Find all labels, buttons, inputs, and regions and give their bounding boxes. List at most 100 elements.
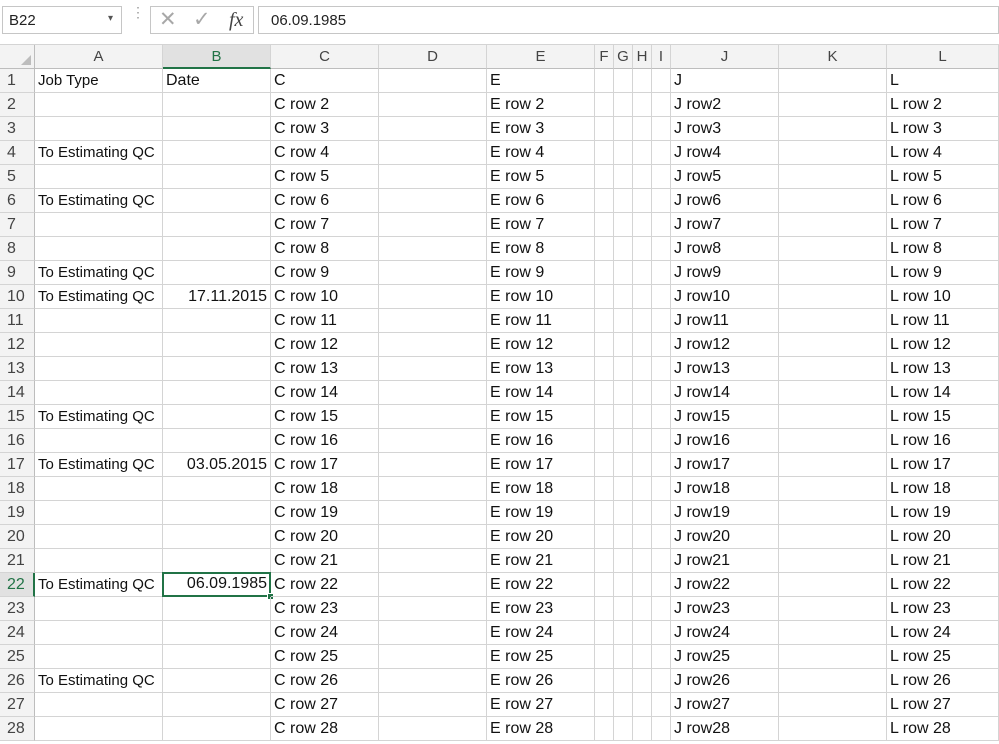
cell-e17[interactable]: E row 17 [487, 453, 595, 477]
cell-b8[interactable] [163, 237, 271, 261]
column-header-l[interactable]: L [887, 45, 999, 69]
cell-k19[interactable] [779, 501, 887, 525]
chevron-down-icon[interactable]: ▾ [108, 13, 113, 24]
cell-h10[interactable] [633, 285, 652, 309]
cell-i9[interactable] [652, 261, 671, 285]
cell-l14[interactable]: L row 14 [887, 381, 999, 405]
cell-b21[interactable] [163, 549, 271, 573]
cell-c26[interactable]: C row 26 [271, 669, 379, 693]
cell-f27[interactable] [595, 693, 614, 717]
cell-i13[interactable] [652, 357, 671, 381]
cell-g5[interactable] [614, 165, 633, 189]
cell-g19[interactable] [614, 501, 633, 525]
cell-l1[interactable]: L [887, 69, 999, 93]
cell-e27[interactable]: E row 27 [487, 693, 595, 717]
cell-b25[interactable] [163, 645, 271, 669]
cell-d12[interactable] [379, 333, 487, 357]
cell-c21[interactable]: C row 21 [271, 549, 379, 573]
cell-e19[interactable]: E row 19 [487, 501, 595, 525]
cell-h17[interactable] [633, 453, 652, 477]
cell-a14[interactable] [35, 381, 163, 405]
cell-b14[interactable] [163, 381, 271, 405]
cell-k23[interactable] [779, 597, 887, 621]
cell-b9[interactable] [163, 261, 271, 285]
cell-g15[interactable] [614, 405, 633, 429]
cell-f15[interactable] [595, 405, 614, 429]
cell-l26[interactable]: L row 26 [887, 669, 999, 693]
cell-c19[interactable]: C row 19 [271, 501, 379, 525]
cell-c4[interactable]: C row 4 [271, 141, 379, 165]
cell-f1[interactable] [595, 69, 614, 93]
cell-l3[interactable]: L row 3 [887, 117, 999, 141]
cell-g6[interactable] [614, 189, 633, 213]
cell-j22[interactable]: J row22 [671, 573, 779, 597]
cell-d5[interactable] [379, 165, 487, 189]
cell-e12[interactable]: E row 12 [487, 333, 595, 357]
cell-f16[interactable] [595, 429, 614, 453]
cell-e11[interactable]: E row 11 [487, 309, 595, 333]
cell-e20[interactable]: E row 20 [487, 525, 595, 549]
cell-e3[interactable]: E row 3 [487, 117, 595, 141]
row-header-17[interactable]: 17 [0, 453, 35, 477]
cell-f24[interactable] [595, 621, 614, 645]
row-header-13[interactable]: 13 [0, 357, 35, 381]
cancel-icon[interactable]: ✕ [159, 8, 177, 32]
column-header-e[interactable]: E [487, 45, 595, 69]
cell-k11[interactable] [779, 309, 887, 333]
cell-i6[interactable] [652, 189, 671, 213]
cell-b22[interactable]: 06.09.1985 [162, 572, 271, 597]
cell-k6[interactable] [779, 189, 887, 213]
cell-h28[interactable] [633, 717, 652, 741]
cell-i22[interactable] [652, 573, 671, 597]
cell-b6[interactable] [163, 189, 271, 213]
cell-h24[interactable] [633, 621, 652, 645]
cell-f25[interactable] [595, 645, 614, 669]
cell-e23[interactable]: E row 23 [487, 597, 595, 621]
cell-g2[interactable] [614, 93, 633, 117]
row-header-23[interactable]: 23 [0, 597, 35, 621]
cell-a16[interactable] [35, 429, 163, 453]
cell-c10[interactable]: C row 10 [271, 285, 379, 309]
cell-k14[interactable] [779, 381, 887, 405]
cell-a18[interactable] [35, 477, 163, 501]
cell-a7[interactable] [35, 213, 163, 237]
cell-f22[interactable] [595, 573, 614, 597]
cell-k10[interactable] [779, 285, 887, 309]
row-header-22[interactable]: 22 [0, 573, 35, 597]
cell-d6[interactable] [379, 189, 487, 213]
cell-i14[interactable] [652, 381, 671, 405]
cell-j18[interactable]: J row18 [671, 477, 779, 501]
cell-i26[interactable] [652, 669, 671, 693]
cell-d20[interactable] [379, 525, 487, 549]
cell-c27[interactable]: C row 27 [271, 693, 379, 717]
cell-d19[interactable] [379, 501, 487, 525]
cell-k12[interactable] [779, 333, 887, 357]
cell-c25[interactable]: C row 25 [271, 645, 379, 669]
cell-k8[interactable] [779, 237, 887, 261]
cell-e5[interactable]: E row 5 [487, 165, 595, 189]
cell-g14[interactable] [614, 381, 633, 405]
cell-d14[interactable] [379, 381, 487, 405]
more-options-icon[interactable]: ⋮ [131, 5, 145, 19]
column-header-h[interactable]: H [633, 45, 652, 69]
cell-g3[interactable] [614, 117, 633, 141]
cell-b7[interactable] [163, 213, 271, 237]
cell-c8[interactable]: C row 8 [271, 237, 379, 261]
cell-f19[interactable] [595, 501, 614, 525]
cell-f23[interactable] [595, 597, 614, 621]
cell-f28[interactable] [595, 717, 614, 741]
cell-f21[interactable] [595, 549, 614, 573]
cell-j1[interactable]: J [671, 69, 779, 93]
cell-d3[interactable] [379, 117, 487, 141]
cell-g20[interactable] [614, 525, 633, 549]
cell-h13[interactable] [633, 357, 652, 381]
cell-g24[interactable] [614, 621, 633, 645]
cell-h9[interactable] [633, 261, 652, 285]
cell-j26[interactable]: J row26 [671, 669, 779, 693]
cell-f3[interactable] [595, 117, 614, 141]
cell-a1[interactable]: Job Type [35, 69, 163, 93]
cell-k5[interactable] [779, 165, 887, 189]
cell-c7[interactable]: C row 7 [271, 213, 379, 237]
cell-f10[interactable] [595, 285, 614, 309]
cell-h21[interactable] [633, 549, 652, 573]
